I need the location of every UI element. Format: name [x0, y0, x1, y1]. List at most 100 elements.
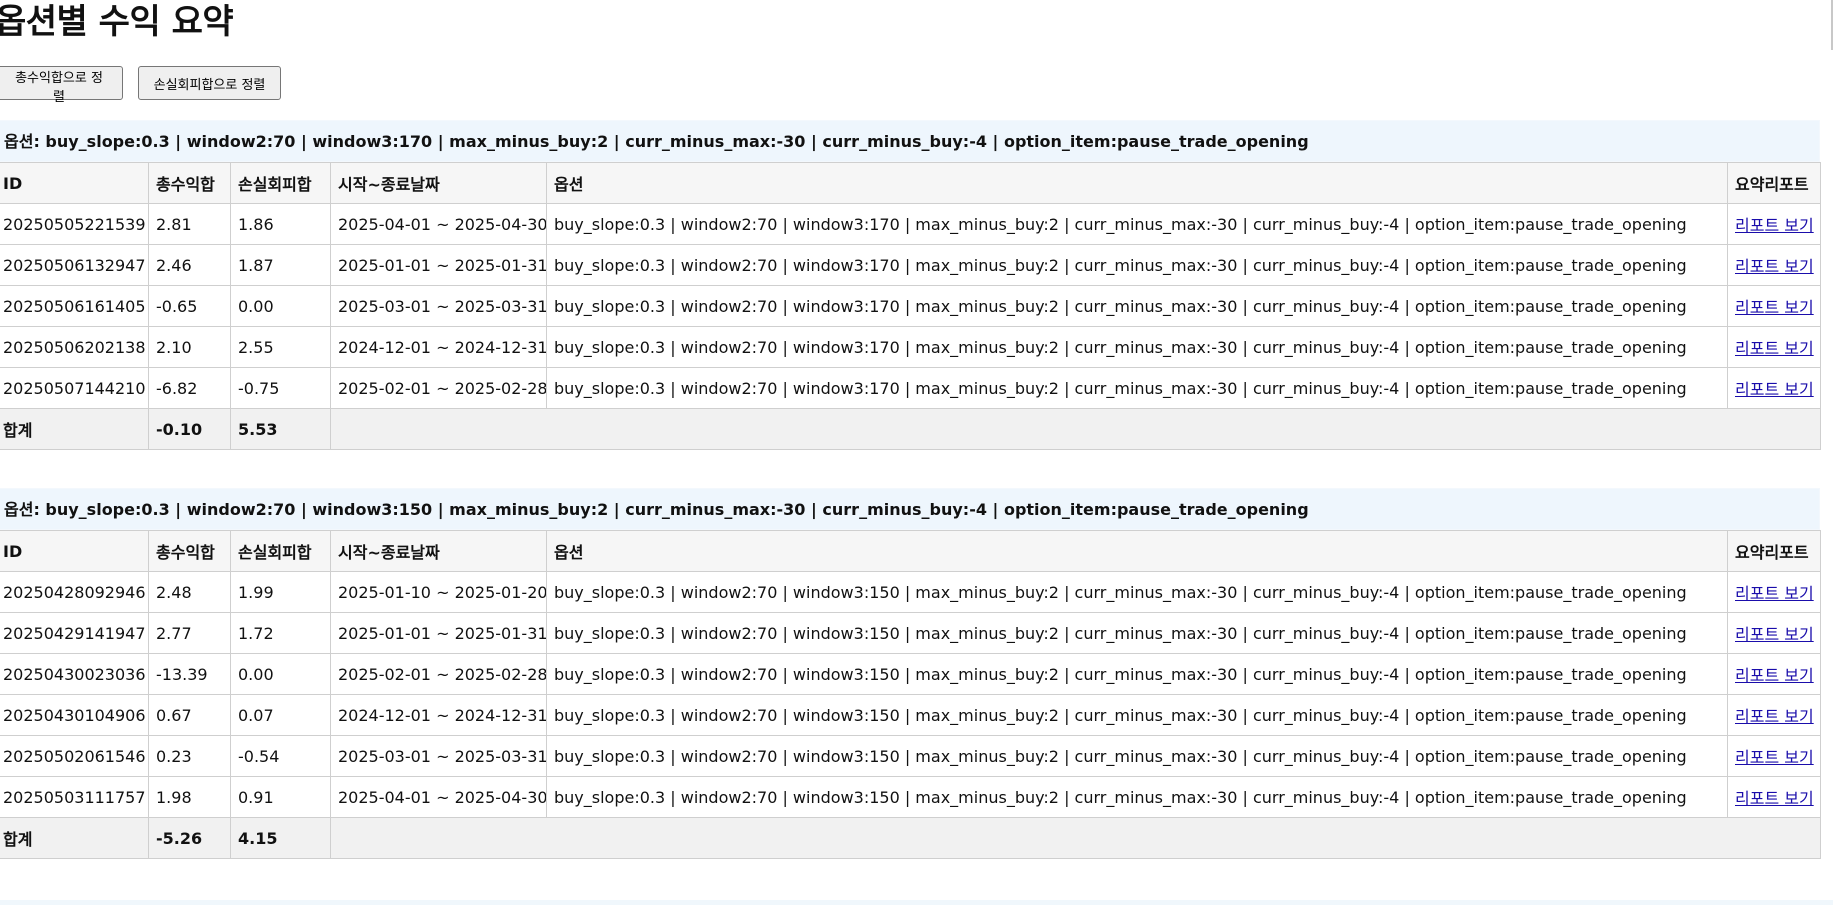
cell-id: 20250506202138	[0, 326, 149, 368]
page-title: 옵션별 수익 요약	[0, 2, 234, 42]
cell-report: 리포트 보기	[1727, 571, 1821, 613]
table-row: 20250428092946 2.48 1.99 2025-01-10 ~ 2025-…	[0, 571, 1821, 613]
total-row: 합계 -0.10 5.53	[0, 408, 1821, 450]
view-report-link[interactable]: 리포트 보기	[1735, 339, 1814, 358]
table-row: 20250502061546 0.23 -0.54 2025-03-01 ~ 2025…	[0, 735, 1821, 777]
cell-id: 20250507144210	[0, 367, 149, 409]
view-report-link[interactable]: 리포트 보기	[1735, 216, 1814, 235]
cell-options: buy_slope:0.3 | window2:70 | window3:150…	[546, 612, 1728, 654]
total-label: 합계	[0, 817, 149, 859]
table-row: 20250505221539 2.81 1.86 2025-04-01 ~ 2025-…	[0, 203, 1821, 245]
column-header-loss-avoidance: 손실회피합	[230, 530, 331, 572]
column-header-report: 요약리포트	[1727, 530, 1821, 572]
cell-total: -13.39	[148, 653, 231, 695]
total-row-filler	[330, 817, 1821, 859]
option-group-header: 옵션: buy_slope:0.3 | window2:70 | window3…	[0, 120, 1820, 162]
cell-total: -0.65	[148, 285, 231, 327]
cell-total: 0.23	[148, 735, 231, 777]
cell-loss-avoidance: 2.55	[230, 326, 331, 368]
results-table: ID 총수익합 손실회피합 시작~종료날짜 옵션 요약리포트 20250505221539 2…	[0, 162, 1821, 450]
cell-options: buy_slope:0.3 | window2:70 | window3:170…	[546, 244, 1728, 286]
sort-by-loss-avoidance-button[interactable]: 손실회피합으로 정렬	[138, 66, 281, 100]
cell-date-range: 2025-03-01 ~ 2025-03-31	[330, 735, 547, 777]
cell-options: buy_slope:0.3 | window2:70 | window3:150…	[546, 694, 1728, 736]
table-row: 20250429141947 2.77 1.72 2025-01-01 ~ 2025-…	[0, 612, 1821, 654]
total-loss-avoidance: 5.53	[230, 408, 331, 450]
view-report-link[interactable]: 리포트 보기	[1735, 584, 1814, 603]
cell-id: 20250506132947	[0, 244, 149, 286]
cell-options: buy_slope:0.3 | window2:70 | window3:170…	[546, 285, 1728, 327]
view-report-link[interactable]: 리포트 보기	[1735, 257, 1814, 276]
total-loss-avoidance: 4.15	[230, 817, 331, 859]
table-row: 20250507144210 -6.82 -0.75 2025-02-01 ~ 202…	[0, 367, 1821, 409]
column-header-id: ID	[0, 530, 149, 572]
results-table: ID 총수익합 손실회피합 시작~종료날짜 옵션 요약리포트 20250428092946 2…	[0, 530, 1821, 859]
view-report-link[interactable]: 리포트 보기	[1735, 707, 1814, 726]
column-header-total: 총수익합	[148, 162, 231, 204]
cell-report: 리포트 보기	[1727, 776, 1821, 818]
cell-date-range: 2025-04-01 ~ 2025-04-30	[330, 203, 547, 245]
cell-date-range: 2025-02-01 ~ 2025-02-28	[330, 653, 547, 695]
column-header-loss-avoidance: 손실회피합	[230, 162, 331, 204]
cell-total: -6.82	[148, 367, 231, 409]
sort-by-total-button[interactable]: 총수익합으로 정렬	[0, 66, 123, 105]
option-group-header: 옵션: buy_slope:0.3 | window2:70 | window3…	[0, 488, 1820, 530]
total-sum: -0.10	[148, 408, 231, 450]
cell-id: 20250429141947	[0, 612, 149, 654]
total-row: 합계 -5.26 4.15	[0, 817, 1821, 859]
table-row: 20250506161405 -0.65 0.00 2025-03-01 ~ 2025…	[0, 285, 1821, 327]
cell-id: 20250503111757	[0, 776, 149, 818]
cell-loss-avoidance: -0.54	[230, 735, 331, 777]
cell-date-range: 2025-04-01 ~ 2025-04-30	[330, 776, 547, 818]
view-report-link[interactable]: 리포트 보기	[1735, 625, 1814, 644]
cell-report: 리포트 보기	[1727, 203, 1821, 245]
cell-date-range: 2025-01-01 ~ 2025-01-31	[330, 244, 547, 286]
cell-total: 0.67	[148, 694, 231, 736]
column-header-id: ID	[0, 162, 149, 204]
cell-options: buy_slope:0.3 | window2:70 | window3:150…	[546, 653, 1728, 695]
cell-report: 리포트 보기	[1727, 612, 1821, 654]
view-report-link[interactable]: 리포트 보기	[1735, 666, 1814, 685]
cell-report: 리포트 보기	[1727, 367, 1821, 409]
table-row: 20250506132947 2.46 1.87 2025-01-01 ~ 2025-…	[0, 244, 1821, 286]
table-header-row: ID 총수익합 손실회피합 시작~종료날짜 옵션 요약리포트	[0, 162, 1821, 204]
cell-options: buy_slope:0.3 | window2:70 | window3:170…	[546, 203, 1728, 245]
cell-report: 리포트 보기	[1727, 244, 1821, 286]
next-group-header-edge	[0, 900, 1833, 905]
cell-report: 리포트 보기	[1727, 285, 1821, 327]
cell-total: 2.10	[148, 326, 231, 368]
cell-loss-avoidance: 0.00	[230, 285, 331, 327]
cell-date-range: 2025-02-01 ~ 2025-02-28	[330, 367, 547, 409]
cell-total: 2.46	[148, 244, 231, 286]
view-report-link[interactable]: 리포트 보기	[1735, 298, 1814, 317]
total-label: 합계	[0, 408, 149, 450]
cell-id: 20250428092946	[0, 571, 149, 613]
cell-total: 2.48	[148, 571, 231, 613]
column-header-date-range: 시작~종료날짜	[330, 162, 547, 204]
column-header-date-range: 시작~종료날짜	[330, 530, 547, 572]
table-row: 20250506202138 2.10 2.55 2024-12-01 ~ 2024-…	[0, 326, 1821, 368]
table-row: 20250430023036 -13.39 0.00 2025-02-01 ~ 202…	[0, 653, 1821, 695]
cell-loss-avoidance: 1.86	[230, 203, 331, 245]
cell-date-range: 2025-01-10 ~ 2025-01-20	[330, 571, 547, 613]
cell-id: 20250430023036	[0, 653, 149, 695]
cell-date-range: 2024-12-01 ~ 2024-12-31	[330, 326, 547, 368]
view-report-link[interactable]: 리포트 보기	[1735, 789, 1814, 808]
cell-total: 1.98	[148, 776, 231, 818]
column-header-options: 옵션	[546, 530, 1728, 572]
cell-loss-avoidance: -0.75	[230, 367, 331, 409]
cell-options: buy_slope:0.3 | window2:70 | window3:150…	[546, 735, 1728, 777]
cell-loss-avoidance: 0.07	[230, 694, 331, 736]
cell-report: 리포트 보기	[1727, 326, 1821, 368]
cell-id: 20250505221539	[0, 203, 149, 245]
cell-loss-avoidance: 1.72	[230, 612, 331, 654]
option-group: 옵션: buy_slope:0.3 | window2:70 | window3…	[0, 488, 1821, 859]
cell-total: 2.81	[148, 203, 231, 245]
cell-options: buy_slope:0.3 | window2:70 | window3:150…	[546, 776, 1728, 818]
view-report-link[interactable]: 리포트 보기	[1735, 380, 1814, 399]
cell-date-range: 2025-03-01 ~ 2025-03-31	[330, 285, 547, 327]
column-header-options: 옵션	[546, 162, 1728, 204]
cell-loss-avoidance: 0.91	[230, 776, 331, 818]
view-report-link[interactable]: 리포트 보기	[1735, 748, 1814, 767]
cell-loss-avoidance: 0.00	[230, 653, 331, 695]
